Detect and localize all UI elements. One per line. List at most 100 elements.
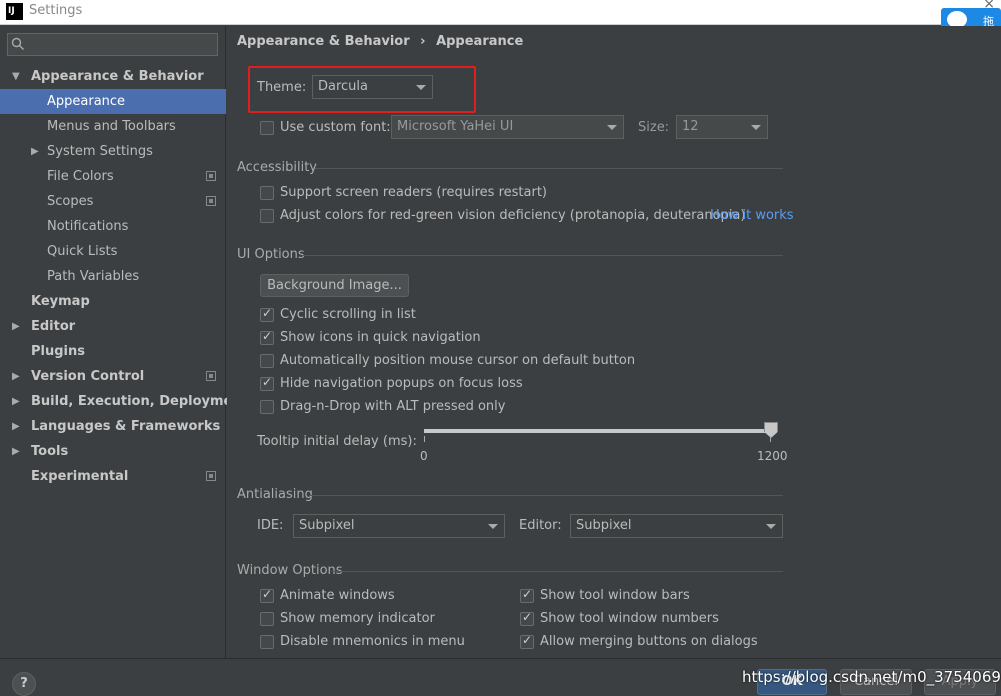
- divider: [302, 255, 783, 256]
- help-button[interactable]: ?: [12, 672, 36, 696]
- ide-antialiasing-label: IDE:: [257, 518, 284, 533]
- sidebar-item-quick-lists[interactable]: Quick Lists: [0, 239, 226, 264]
- sidebar-item-label: Menus and Toolbars: [47, 119, 176, 134]
- collapsed-arrow-icon: ▶: [12, 371, 20, 382]
- sidebar-item-menus-toolbars[interactable]: Menus and Toolbars: [0, 114, 226, 139]
- checkbox-label: Drag-n-Drop with ALT pressed only: [280, 399, 506, 414]
- sidebar-item-keymap[interactable]: Keymap: [0, 289, 226, 314]
- slider-tick: [424, 436, 425, 442]
- sidebar-item-path-variables[interactable]: Path Variables: [0, 264, 226, 289]
- sidebar-item-label: Plugins: [31, 344, 85, 359]
- intellij-logo-icon: IJ: [6, 3, 23, 20]
- settings-search-input[interactable]: [7, 33, 218, 56]
- sidebar-item-label: Quick Lists: [47, 244, 118, 259]
- search-icon: [11, 37, 24, 50]
- checkbox-box[interactable]: [260, 587, 274, 603]
- theme-value: Darcula: [318, 79, 369, 94]
- sidebar-item-label: File Colors: [47, 169, 114, 184]
- tooltip-min-label: 0: [420, 449, 428, 463]
- settings-sidebar: ▼ Appearance & Behavior Appearance Menus…: [0, 26, 248, 658]
- divider: [309, 495, 783, 496]
- csdn-watermark: https://blog.csdn.net/m0_37540696: [742, 668, 1001, 686]
- custom-font-select[interactable]: Microsoft YaHei UI: [391, 115, 624, 139]
- sidebar-item-editor[interactable]: ▶ Editor: [0, 314, 226, 339]
- checkbox-label: Allow merging buttons on dialogs: [540, 634, 758, 649]
- checkbox-box[interactable]: [260, 306, 274, 322]
- checkbox-label: Show tool window numbers: [540, 611, 719, 626]
- checkbox-box[interactable]: [260, 612, 274, 626]
- breadcrumb-parent[interactable]: Appearance & Behavior: [237, 34, 410, 49]
- checkbox-label: Adjust colors for red-green vision defic…: [280, 208, 746, 223]
- checkbox-box[interactable]: [260, 209, 274, 223]
- editor-antialiasing-value: Subpixel: [576, 518, 632, 533]
- ide-antialiasing-select[interactable]: Subpixel: [293, 514, 505, 538]
- collapsed-arrow-icon: ▶: [12, 446, 20, 457]
- sidebar-item-label: Keymap: [31, 294, 90, 309]
- checkbox-box[interactable]: [260, 354, 274, 368]
- breadcrumb-current: Appearance: [436, 34, 524, 49]
- sidebar-item-label: Path Variables: [47, 269, 140, 284]
- checkbox-box[interactable]: [260, 635, 274, 649]
- checkbox-label: Automatically position mouse cursor on d…: [280, 353, 636, 368]
- font-size-label: Size:: [638, 120, 670, 135]
- editor-antialiasing-select[interactable]: Subpixel: [570, 514, 783, 538]
- section-title: Antialiasing: [237, 487, 313, 502]
- window-options-section-title: Window Options: [237, 563, 783, 578]
- project-level-icon: [206, 371, 216, 381]
- accessibility-section-title: Accessibility: [237, 160, 783, 175]
- background-image-button[interactable]: Background Image...: [260, 274, 409, 297]
- checkbox-label: Show memory indicator: [280, 611, 435, 626]
- sidebar-item-label: Version Control: [31, 369, 145, 384]
- sidebar-item-scopes[interactable]: Scopes: [0, 189, 226, 214]
- sidebar-item-label: Scopes: [47, 194, 94, 209]
- tooltip-delay-slider-track[interactable]: [424, 429, 770, 433]
- sidebar-item-label: Build, Execution, Deployment: [31, 394, 248, 409]
- antialiasing-section-title: Antialiasing: [237, 487, 783, 502]
- collapsed-arrow-icon: ▶: [31, 146, 39, 157]
- collapsed-arrow-icon: ▶: [12, 396, 20, 407]
- divider: [315, 168, 783, 169]
- checkbox-box[interactable]: [260, 400, 274, 414]
- tooltip-delay-slider-handle[interactable]: [764, 422, 778, 438]
- sidebar-item-build-execution-deployment[interactable]: ▶ Build, Execution, Deployment: [0, 389, 248, 414]
- chevron-down-icon: [766, 524, 776, 529]
- theme-select[interactable]: Darcula: [312, 75, 433, 99]
- breadcrumb: Appearance & Behavior › Appearance: [237, 34, 529, 49]
- checkbox-box[interactable]: [260, 329, 274, 345]
- checkbox-label: Cyclic scrolling in list: [280, 307, 416, 322]
- sidebar-item-plugins[interactable]: Plugins: [0, 339, 226, 364]
- checkbox-box[interactable]: [520, 587, 534, 603]
- sidebar-item-version-control[interactable]: ▶ Version Control: [0, 364, 226, 389]
- chevron-down-icon: [607, 125, 617, 130]
- sidebar-item-label: Tools: [31, 444, 69, 459]
- font-size-select[interactable]: 12: [676, 115, 768, 139]
- sidebar-item-experimental[interactable]: Experimental: [0, 464, 226, 489]
- chevron-down-icon: [751, 125, 761, 130]
- editor-antialiasing-label: Editor:: [519, 518, 562, 533]
- sidebar-item-appearance-behavior[interactable]: ▼ Appearance & Behavior: [0, 64, 226, 89]
- checkbox-box[interactable]: [260, 121, 274, 135]
- checkbox-box[interactable]: [260, 375, 274, 391]
- section-title: UI Options: [237, 247, 305, 262]
- sidebar-item-tools[interactable]: ▶ Tools: [0, 439, 226, 464]
- sidebar-item-label: Appearance: [47, 94, 126, 109]
- tooltip-delay-label: Tooltip initial delay (ms):: [257, 434, 417, 449]
- checkbox-box[interactable]: [260, 186, 274, 200]
- divider: [331, 571, 783, 572]
- checkbox-box[interactable]: [520, 610, 534, 626]
- sidebar-item-file-colors[interactable]: File Colors: [0, 164, 226, 189]
- expanded-arrow-icon: ▼: [12, 71, 20, 82]
- appearance-settings-panel: Appearance & Behavior › Appearance Theme…: [227, 26, 1001, 658]
- sidebar-item-languages-frameworks[interactable]: ▶ Languages & Frameworks: [0, 414, 226, 439]
- checkbox-label: Show tool window bars: [540, 588, 690, 603]
- sidebar-item-label: Appearance & Behavior: [31, 69, 204, 84]
- sidebar-item-notifications[interactable]: Notifications: [0, 214, 226, 239]
- how-it-works-link[interactable]: How it works: [710, 208, 794, 223]
- sidebar-item-label: Editor: [31, 319, 76, 334]
- project-level-icon: [206, 196, 216, 206]
- sidebar-item-appearance[interactable]: Appearance: [0, 89, 226, 114]
- sidebar-item-system-settings[interactable]: ▶ System Settings: [0, 139, 226, 164]
- slider-tick: [770, 436, 771, 442]
- checkbox-box[interactable]: [520, 633, 534, 649]
- collapsed-arrow-icon: ▶: [12, 421, 20, 432]
